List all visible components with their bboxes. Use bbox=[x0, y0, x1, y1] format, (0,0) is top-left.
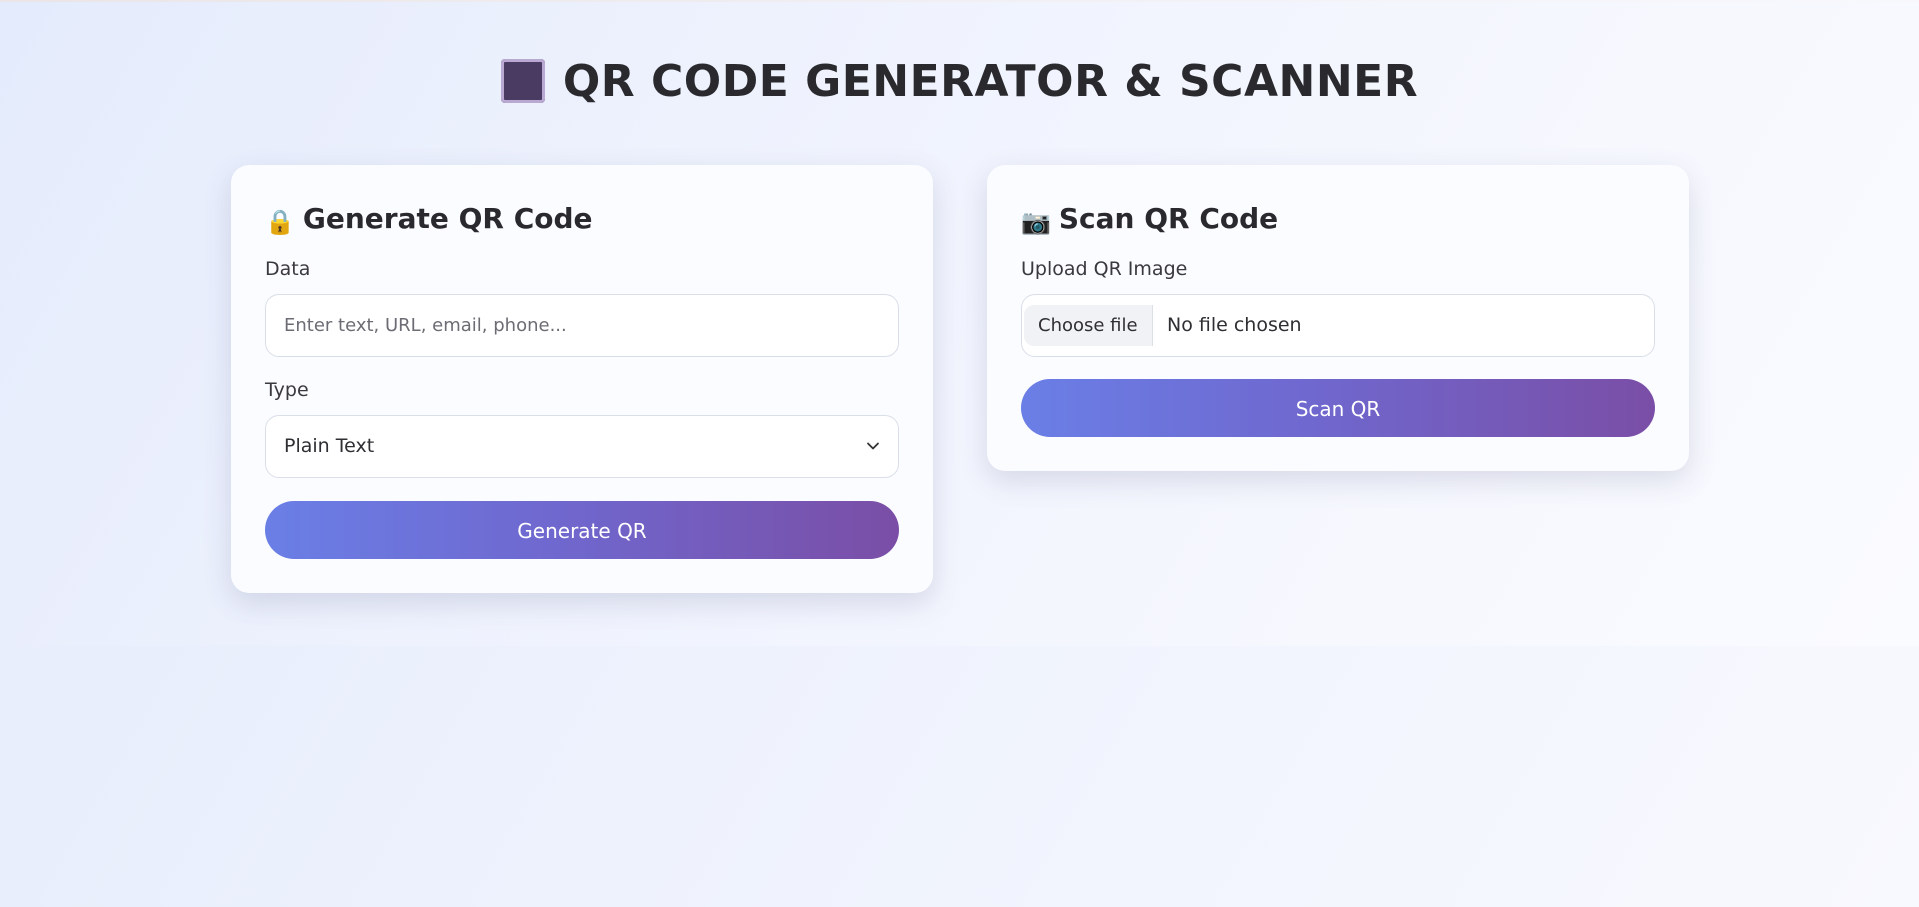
data-field-label: Data bbox=[265, 258, 311, 280]
app-container: QR CODE GENERATOR & SCANNER 🔒 Generate QR… bbox=[0, 0, 1919, 646]
choose-file-button[interactable]: Choose file bbox=[1024, 305, 1153, 346]
generate-card: 🔒Generate QR Code Data Type Plain Text G… bbox=[231, 165, 933, 593]
file-input[interactable]: Choose file No file chosen bbox=[1021, 294, 1655, 357]
scan-card: 📷 Scan QR Code Upload QR Image Choose fil… bbox=[987, 165, 1689, 471]
scan-heading: 📷 Scan QR Code bbox=[1021, 195, 1278, 246]
page-title-text: QR CODE GENERATOR & SCANNER bbox=[562, 56, 1419, 107]
generate-qr-button[interactable]: Generate QR bbox=[265, 501, 899, 559]
generate-heading: 🔒 Generate QR Code bbox=[265, 195, 593, 246]
scan-heading-text: Scan QR Code bbox=[1058, 202, 1279, 235]
camera-icon: 📷 bbox=[1021, 208, 1051, 236]
type-select[interactable]: Plain Text bbox=[265, 415, 899, 478]
type-field-label: Type bbox=[265, 379, 309, 401]
file-status-text: No file chosen bbox=[1167, 314, 1302, 336]
chevron-down-icon bbox=[867, 442, 879, 450]
data-input[interactable] bbox=[266, 295, 898, 356]
scan-qr-button[interactable]: Scan QR bbox=[1021, 379, 1655, 437]
generate-heading-text: Generate QR Code bbox=[302, 202, 593, 235]
qr-square-icon bbox=[500, 59, 545, 103]
upload-field-label: Upload QR Image bbox=[1021, 258, 1188, 280]
lock-icon: 🔒 bbox=[265, 208, 295, 236]
type-select-value: Plain Text bbox=[284, 435, 375, 457]
page-title: QR CODE GENERATOR & SCANNER bbox=[0, 52, 1919, 112]
data-input-wrapper bbox=[265, 294, 899, 357]
